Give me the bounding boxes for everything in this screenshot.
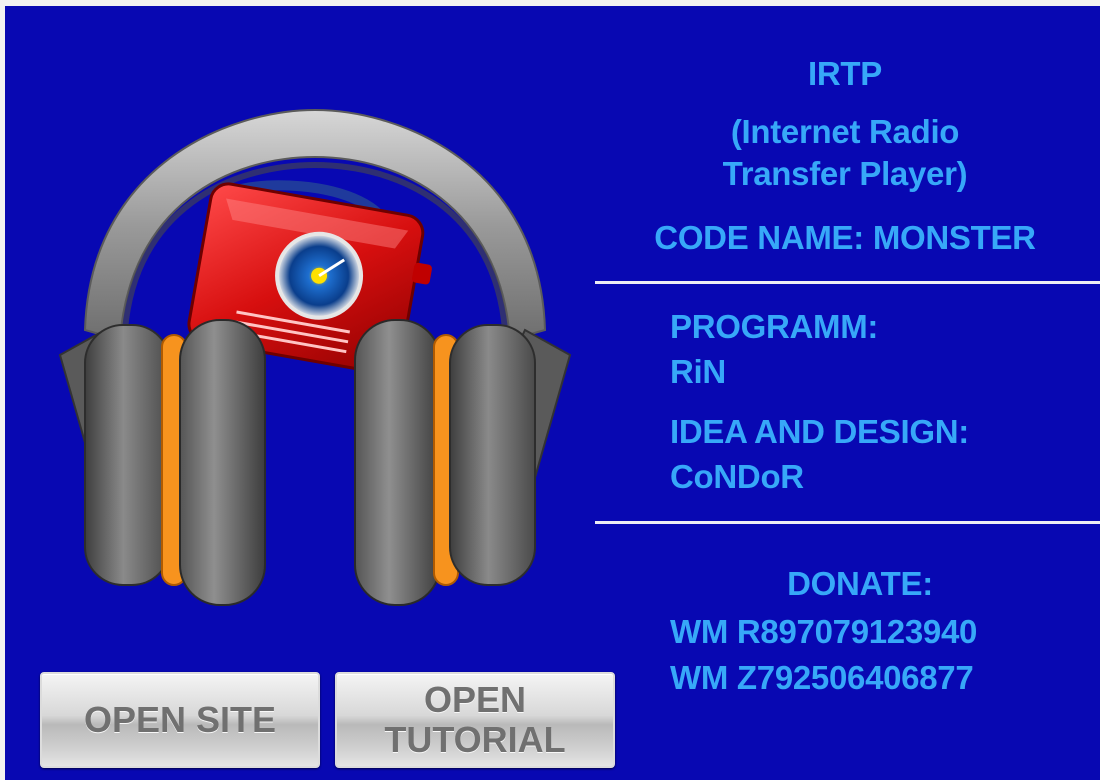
open-site-button[interactable]: OPEN SITE: [40, 672, 320, 768]
app-subtitle-line1: (Internet Radio: [730, 113, 960, 150]
open-tutorial-label-line2: TUTORIAL: [384, 719, 566, 760]
open-site-label: OPEN SITE: [83, 699, 277, 740]
info-panel: IRTP (Internet Radio Transfer Player) CO…: [590, 0, 1100, 780]
design-label: IDEA AND DESIGN:: [670, 413, 969, 450]
open-tutorial-label-line1: OPEN: [423, 679, 527, 720]
donate-label: DONATE:: [787, 565, 933, 602]
program-label: PROGRAMM:: [670, 308, 879, 345]
divider-bottom: [595, 521, 1100, 524]
wallet-r: WM R897079123940: [670, 613, 978, 650]
open-tutorial-button[interactable]: OPEN TUTORIAL: [335, 672, 615, 768]
app-title: IRTP: [808, 55, 882, 92]
divider-top: [595, 281, 1100, 284]
wallet-z: WM Z792506406877: [670, 659, 974, 696]
design-value: CoNDoR: [670, 458, 804, 495]
headphones-radio-icon: [58, 108, 572, 606]
app-subtitle-line2: Transfer Player): [722, 155, 968, 192]
program-value: RiN: [670, 353, 726, 390]
code-name: CODE NAME: MONSTER: [654, 219, 1036, 256]
